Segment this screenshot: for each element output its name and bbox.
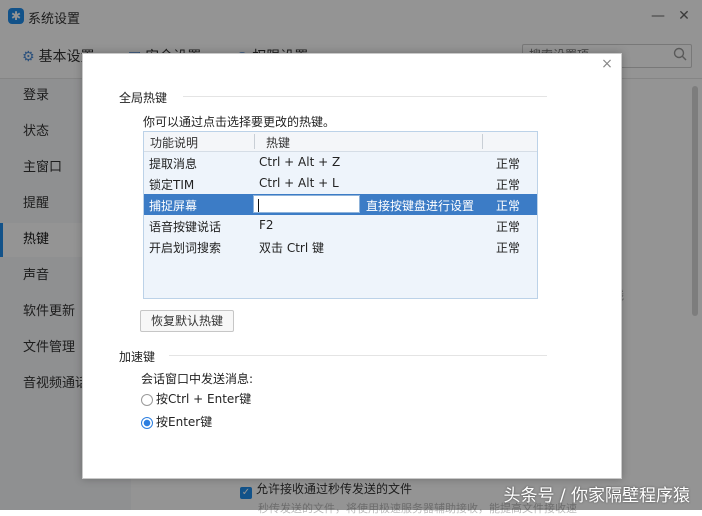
- table-row[interactable]: 提取消息 Ctrl + Alt + Z 正常: [144, 152, 537, 173]
- radio-enter[interactable]: 按Enter键: [141, 413, 212, 430]
- table-row[interactable]: 语音按键说话 F2 正常: [144, 215, 537, 236]
- table-row-selected[interactable]: 捕捉屏幕 Ctrl + Shift + 直接按键盘进行设置 正常: [144, 194, 537, 215]
- hotkeys-hint: 你可以通过点击选择要更改的热键。: [143, 115, 336, 129]
- column-header-function: 功能说明: [150, 136, 199, 150]
- table-header: 功能说明 热键: [144, 132, 537, 152]
- accelerator-heading: 加速键: [119, 350, 156, 364]
- watermark-text: 头条号 / 你家隔壁程序猿: [503, 486, 690, 506]
- hotkey-settings-dialog: × 全局热键 你可以通过点击选择要更改的热键。 功能说明 热键 提取消息 Ctr…: [82, 53, 622, 479]
- column-separator: [482, 134, 483, 149]
- column-separator: [254, 134, 255, 149]
- dialog-close-button[interactable]: ×: [599, 56, 615, 72]
- hotkey-edit-field[interactable]: Ctrl + Shift +: [253, 195, 360, 213]
- table-row[interactable]: 锁定TIM Ctrl + Alt + L 正常: [144, 173, 537, 194]
- section-divider: [169, 355, 547, 356]
- column-header-hotkey: 热键: [266, 136, 291, 150]
- global-hotkeys-heading: 全局热键: [119, 91, 168, 105]
- section-divider: [183, 96, 547, 97]
- send-message-label: 会话窗口中发送消息:: [141, 372, 254, 386]
- table-row[interactable]: 开启划词搜索 双击 Ctrl 键 正常: [144, 236, 537, 257]
- radio-ctrl-enter[interactable]: 按Ctrl + Enter键: [141, 390, 251, 407]
- radio-unselected-icon[interactable]: [141, 394, 153, 406]
- radio-selected-icon[interactable]: [141, 417, 153, 429]
- hotkey-edit-hint: 直接按键盘进行设置: [366, 199, 475, 213]
- hotkey-table: 功能说明 热键 提取消息 Ctrl + Alt + Z 正常 锁定TIM Ctr…: [143, 131, 538, 299]
- text-caret: [258, 199, 259, 212]
- restore-default-hotkeys-button[interactable]: 恢复默认热键: [140, 310, 234, 332]
